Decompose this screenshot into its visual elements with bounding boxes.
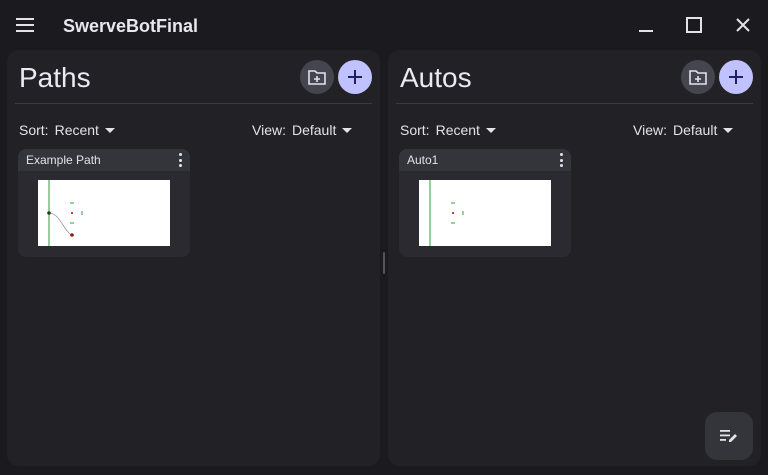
autos-panel: Autos Sort: Recent View: Default Auto1 — [388, 50, 761, 466]
view-dropdown[interactable]: View: Default — [252, 122, 353, 138]
maximize-icon — [686, 17, 702, 33]
new-folder-button[interactable] — [300, 60, 334, 94]
view-dropdown[interactable]: View: Default — [633, 122, 734, 138]
auto-name: Auto1 — [407, 153, 439, 167]
edit-list-icon — [720, 430, 737, 442]
new-folder-button[interactable] — [681, 60, 715, 94]
minimize-icon — [639, 30, 653, 32]
add-auto-button[interactable] — [719, 60, 753, 94]
card-header: Auto1 — [399, 149, 571, 171]
plus-icon — [348, 70, 362, 84]
caret-down-icon — [342, 127, 353, 133]
path-card[interactable]: Example Path — [18, 149, 190, 257]
field-preview-image — [429, 180, 464, 246]
more-options-icon[interactable] — [557, 153, 565, 167]
paths-panel: Paths Sort: Recent View: Default Example — [7, 50, 380, 466]
view-value: Default — [291, 122, 337, 138]
title-bar: SwerveBotFinal — [0, 0, 768, 50]
edit-button[interactable] — [705, 412, 753, 460]
sort-value: Recent — [435, 122, 480, 138]
card-header: Example Path — [18, 149, 190, 171]
autos-title: Autos — [400, 62, 472, 93]
sort-dropdown[interactable]: Sort: Recent — [400, 122, 496, 138]
close-icon — [736, 18, 750, 32]
app-title: SwerveBotFinal — [63, 16, 199, 36]
auto-card[interactable]: Auto1 — [399, 149, 571, 257]
sort-dropdown[interactable]: Sort: Recent — [19, 122, 115, 138]
path-preview — [38, 180, 170, 246]
sort-label: Sort: — [19, 122, 49, 138]
sort-value: Recent — [54, 122, 99, 138]
more-options-icon[interactable] — [176, 153, 184, 167]
path-name: Example Path — [26, 153, 101, 167]
view-value: Default — [672, 122, 718, 138]
paths-title: Paths — [19, 62, 91, 93]
panel-splitter-handle[interactable] — [383, 252, 385, 274]
sort-label: Sort: — [400, 122, 430, 138]
add-path-button[interactable] — [338, 60, 372, 94]
maximize-button[interactable] — [679, 10, 709, 40]
caret-down-icon — [723, 127, 734, 133]
divider — [15, 103, 372, 104]
folder-add-icon — [308, 70, 326, 85]
minimize-button[interactable] — [631, 10, 661, 40]
view-label: View: — [633, 122, 667, 138]
folder-add-icon — [689, 70, 707, 85]
field-preview-image — [47, 180, 83, 246]
menu-button[interactable] — [10, 10, 40, 40]
close-button[interactable] — [728, 10, 758, 40]
view-label: View: — [252, 122, 286, 138]
app-window: SwerveBotFinal Paths Sort: Recent View: … — [0, 0, 768, 475]
hamburger-menu-icon — [16, 18, 34, 32]
divider — [396, 103, 753, 104]
caret-down-icon — [104, 127, 115, 133]
auto-preview — [419, 180, 551, 246]
caret-down-icon — [485, 127, 496, 133]
plus-icon — [729, 70, 743, 84]
